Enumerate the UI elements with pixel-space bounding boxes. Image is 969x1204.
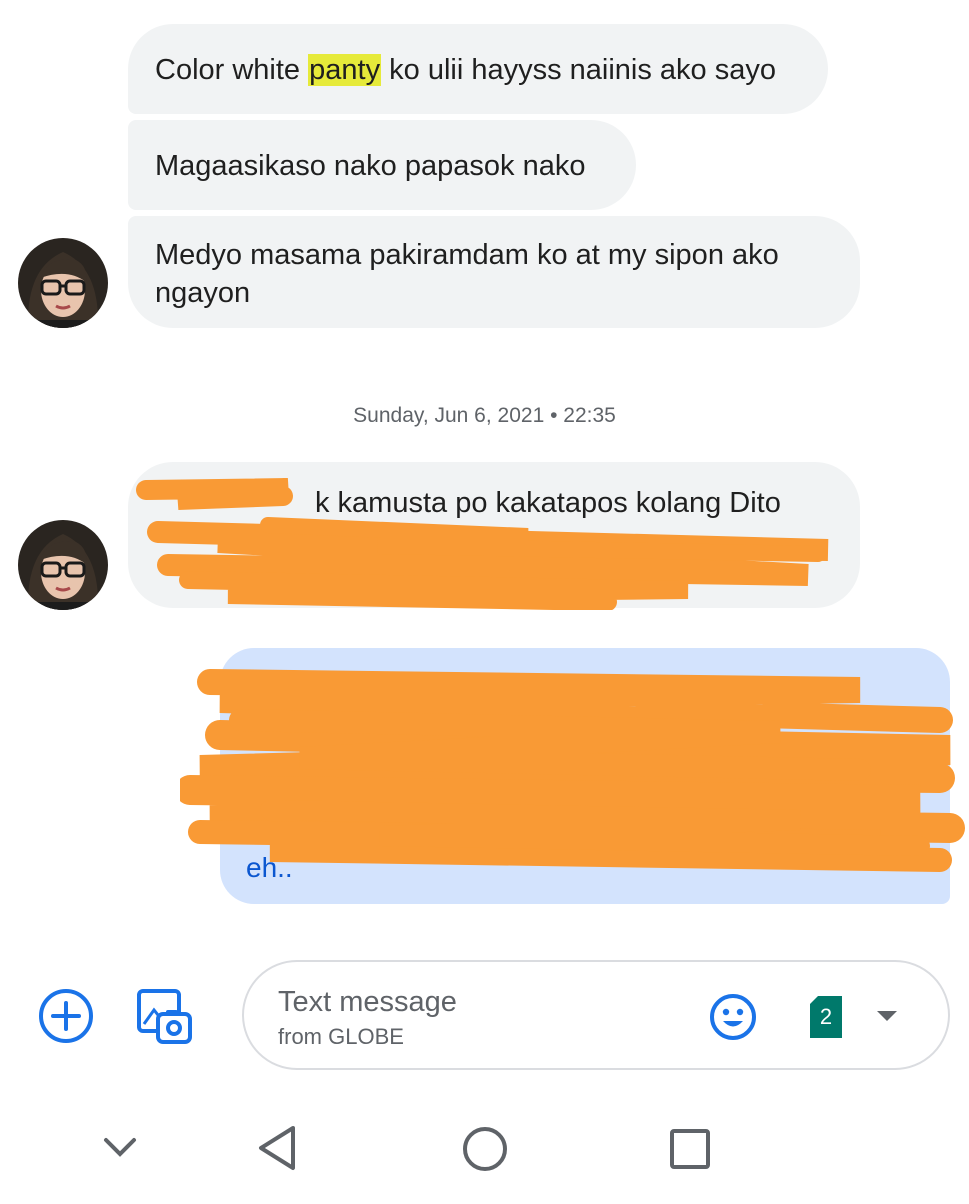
search-highlight: panty (308, 54, 382, 86)
carrier-label: from GLOBE (278, 1024, 404, 1049)
avatar-photo (18, 238, 108, 328)
sim-number: 2 (819, 1004, 833, 1029)
message-bubble[interactable]: k kamusta po kakatapos kolang Dito (128, 462, 860, 608)
message-text-part: ko ulii hayyss naiinis ako sayo (381, 54, 776, 86)
nav-home-button[interactable] (460, 1124, 510, 1174)
sent-message-bubble[interactable]: eh.. (220, 648, 950, 904)
nav-hide-keyboard-button[interactable] (98, 1128, 142, 1168)
avatar-photo (18, 520, 108, 610)
message-bubble[interactable]: Color white panty ko ulii hayyss naiinis… (128, 24, 828, 114)
message-text: Magaasikaso nako papasok nako (155, 150, 586, 182)
contact-avatar[interactable] (18, 238, 108, 328)
date-separator: Sunday, Jun 6, 2021 • 22:35 (353, 404, 616, 427)
gallery-icon (137, 989, 192, 1044)
gallery-button[interactable] (134, 986, 194, 1046)
message-text: Medyo masama pakiramdam ko at my sipon a… (155, 239, 779, 309)
nav-home-icon (463, 1127, 507, 1171)
messages-screen: Color white panty ko ulii hayyss naiinis… (0, 0, 969, 1204)
message-input-placeholder: Text message (278, 986, 457, 1018)
nav-back-icon (259, 1126, 295, 1170)
message-text: k kamusta po kakatapos kolang Dito (315, 487, 781, 519)
emoji-icon (710, 994, 756, 1040)
nav-down-icon (104, 1138, 136, 1157)
message-text: eh.. (246, 852, 293, 883)
add-icon (39, 989, 93, 1043)
nav-recents-button[interactable] (666, 1126, 714, 1172)
add-attachment-button[interactable] (38, 988, 94, 1044)
dropdown-arrow-icon (877, 1011, 897, 1021)
message-text-part: Color white (155, 54, 309, 86)
nav-recents-icon (670, 1129, 710, 1169)
sim-selector[interactable]: 2 (810, 996, 842, 1038)
emoji-button[interactable] (708, 992, 758, 1042)
nav-back-button[interactable] (252, 1122, 302, 1174)
message-bubble[interactable]: Medyo masama pakiramdam ko at my sipon a… (128, 216, 860, 328)
message-input[interactable]: Text message from GLOBE 2 (242, 960, 950, 1070)
contact-avatar[interactable] (18, 520, 108, 610)
message-bubble[interactable]: Magaasikaso nako papasok nako (128, 120, 636, 210)
sim-dropdown-button[interactable] (872, 1004, 902, 1028)
